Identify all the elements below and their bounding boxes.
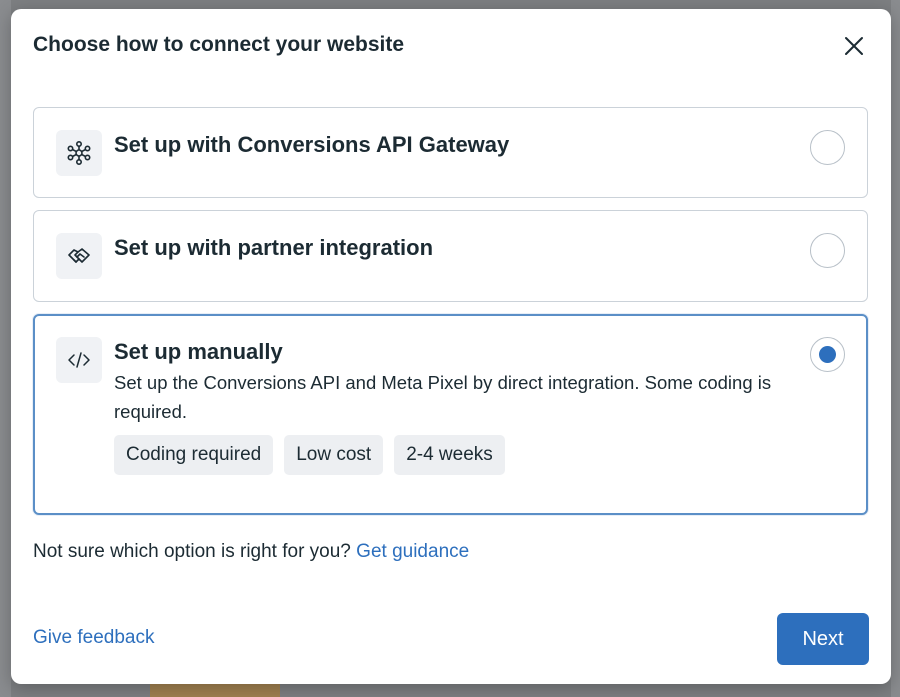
code-icon <box>56 337 102 383</box>
option-set-up-manually[interactable]: Set up manually Set up the Conversions A… <box>33 314 868 515</box>
radio-button[interactable] <box>810 233 845 268</box>
option-tags: Coding required Low cost 2-4 weeks <box>114 435 505 475</box>
connect-website-dialog: Choose how to connect your website Set u… <box>11 9 891 684</box>
get-guidance-link[interactable]: Get guidance <box>356 541 469 562</box>
handshake-icon <box>56 233 102 279</box>
radio-button-selected[interactable] <box>810 337 845 372</box>
background-panel-bottom <box>150 684 280 697</box>
next-button[interactable]: Next <box>777 613 869 665</box>
network-nodes-icon <box>56 130 102 176</box>
radio-button[interactable] <box>810 130 845 165</box>
background-panel-left <box>0 0 11 697</box>
guidance-line: Not sure which option is right for you? … <box>33 541 469 563</box>
tag-coding-required: Coding required <box>114 435 274 475</box>
option-title: Set up with partner integration <box>114 235 434 260</box>
guidance-text: Not sure which option is right for you? <box>33 541 351 562</box>
option-partner-integration[interactable]: Set up with partner integration <box>33 210 868 302</box>
option-description: Set up the Conversions API and Meta Pixe… <box>114 372 772 422</box>
background-panel-right <box>891 0 900 697</box>
give-feedback-link[interactable]: Give feedback <box>33 627 154 649</box>
option-conversions-api-gateway[interactable]: Set up with Conversions API Gateway <box>33 107 868 198</box>
option-title: Set up manually <box>114 339 283 364</box>
tag-low-cost: Low cost <box>284 435 384 475</box>
close-button[interactable] <box>843 35 865 57</box>
close-icon <box>845 37 863 55</box>
option-title: Set up with Conversions API Gateway <box>114 132 510 157</box>
tag-duration: 2-4 weeks <box>394 435 505 475</box>
dialog-title: Choose how to connect your website <box>33 33 405 56</box>
